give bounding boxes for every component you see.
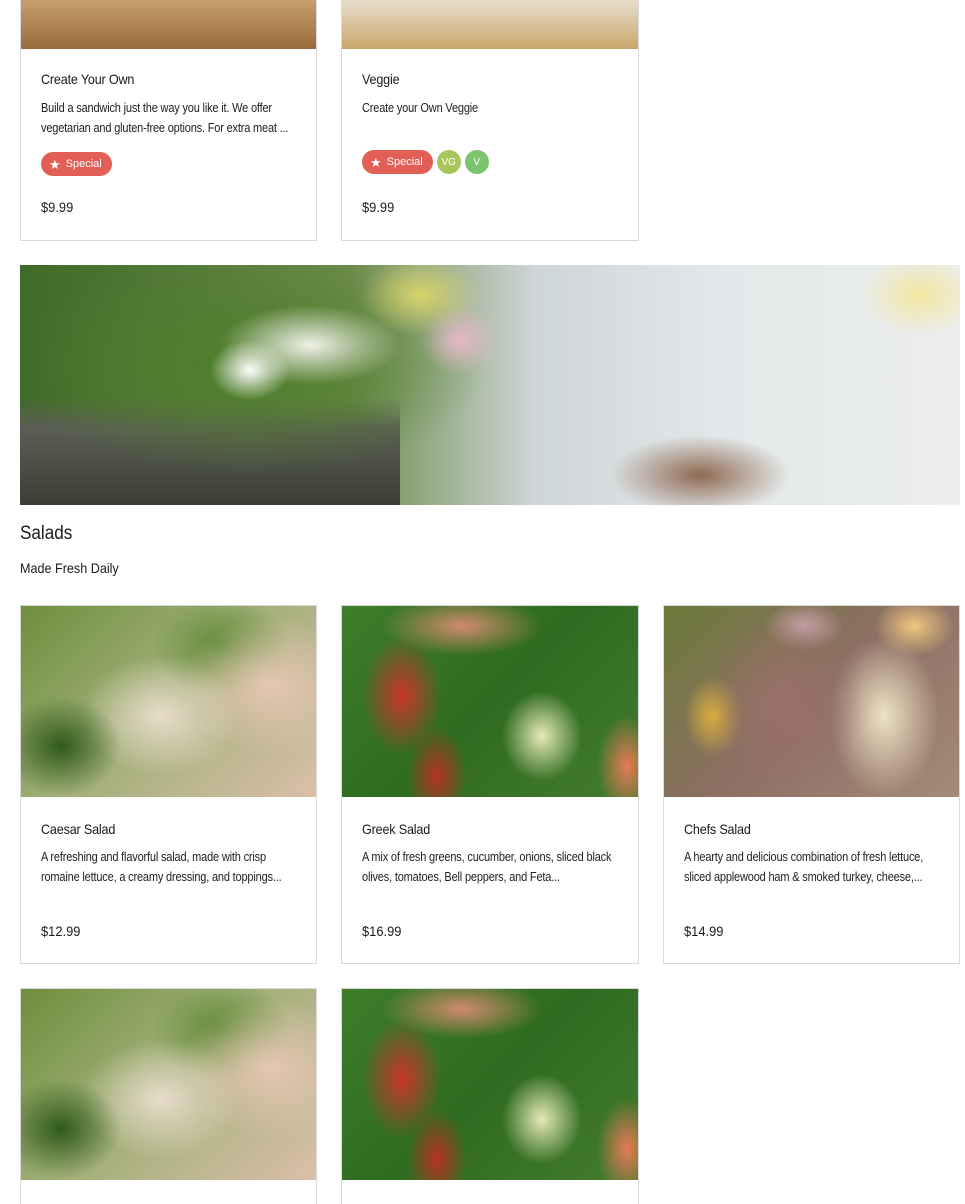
vegan-badge-icon: VG [436, 150, 461, 174]
item-title: Veggie [362, 71, 400, 87]
menu-item-card-veggie[interactable]: Veggie Create your Own Veggie ★ Special … [341, 0, 639, 241]
item-title: Chefs Salad [684, 821, 751, 837]
menu-item-card-chefs-salad[interactable]: Chefs Salad A hearty and delicious combi… [663, 605, 960, 964]
menu-item-card[interactable] [341, 988, 639, 1204]
special-badge-label: Special [65, 158, 102, 170]
item-description: A mix of fresh greens, cucumber, onions,… [362, 850, 612, 884]
menu-item-card-greek-salad[interactable]: Greek Salad A mix of fresh greens, cucum… [341, 605, 639, 964]
item-photo [342, 606, 638, 797]
item-description: Create your Own Veggie [362, 101, 478, 115]
special-badge-label: Special [386, 156, 423, 168]
vegetarian-badge-icon: V [464, 150, 489, 174]
item-photo [664, 606, 959, 797]
item-photo [21, 0, 316, 49]
section-subtitle: Made Fresh Daily [20, 560, 119, 576]
menu-item-card-create-your-own[interactable]: Create Your Own Build a sandwich just th… [20, 0, 317, 241]
item-photo [342, 989, 638, 1180]
section-title: Salads [20, 523, 73, 544]
item-price: $16.99 [362, 923, 402, 939]
item-badges: ★ Special VG V [362, 150, 489, 174]
star-icon: ★ [370, 154, 382, 170]
item-title: Greek Salad [362, 821, 431, 837]
item-photo [21, 989, 316, 1180]
item-description: A refreshing and flavorful salad, made w… [41, 850, 282, 884]
item-price: $14.99 [684, 923, 724, 939]
item-badges: ★ Special [41, 152, 112, 176]
item-price: $9.99 [362, 199, 395, 215]
salads-section-banner-image [20, 265, 960, 505]
item-description: A hearty and delicious combination of fr… [684, 850, 924, 884]
item-price: $9.99 [41, 199, 74, 215]
item-title: Caesar Salad [41, 821, 116, 837]
star-icon: ★ [49, 156, 61, 172]
item-description: Build a sandwich just the way you like i… [41, 101, 289, 135]
item-price: $12.99 [41, 923, 81, 939]
item-title: Create Your Own [41, 71, 135, 87]
item-photo [342, 0, 638, 49]
special-badge: ★ Special [41, 152, 112, 176]
menu-item-card[interactable] [20, 988, 317, 1204]
item-photo [21, 606, 316, 797]
special-badge: ★ Special [362, 150, 433, 174]
menu-item-card-caesar-salad[interactable]: Caesar Salad A refreshing and flavorful … [20, 605, 317, 964]
